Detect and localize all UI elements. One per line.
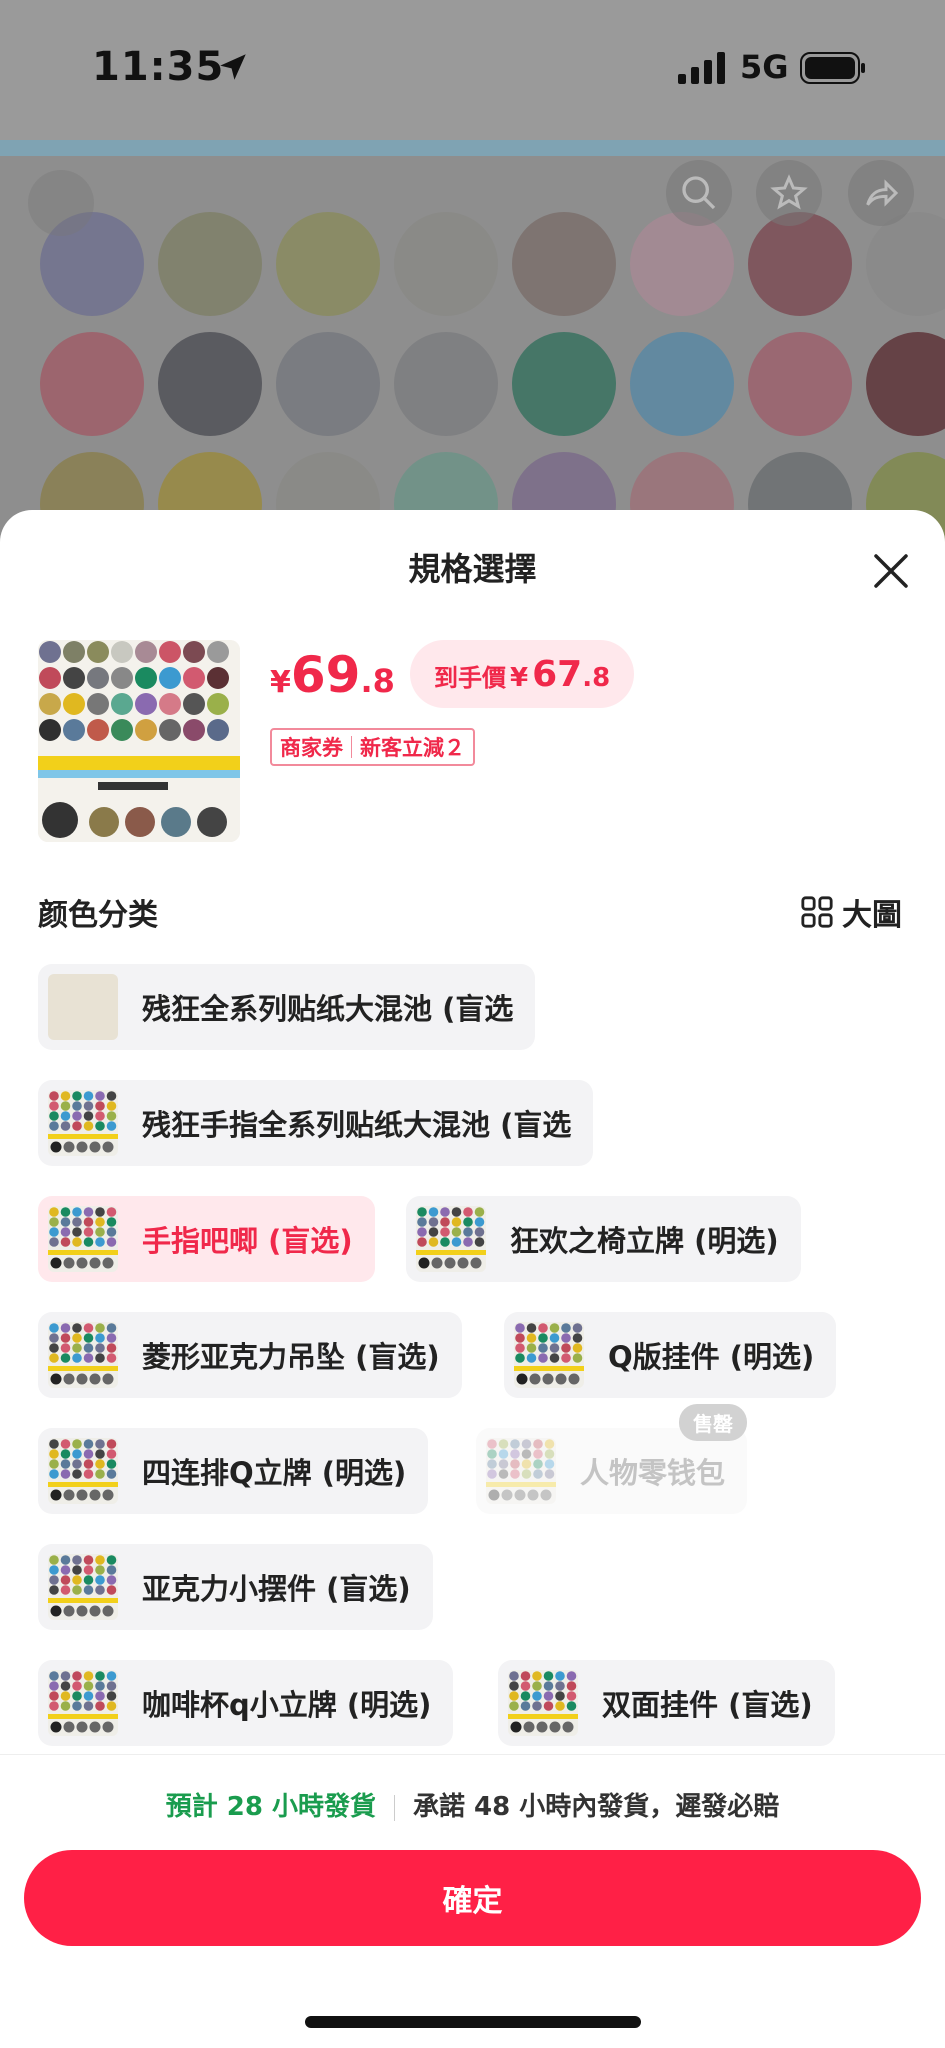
option-thumbnail	[48, 1090, 118, 1156]
option-9[interactable]: 咖啡杯q小立牌 (明选)	[38, 1660, 454, 1746]
option-thumbnail	[48, 1554, 118, 1620]
product-thumbnail[interactable]	[38, 640, 240, 842]
option-8[interactable]: 亚克力小摆件 (盲选)	[38, 1544, 433, 1630]
background-page: 11:35 5G	[0, 0, 945, 560]
shipping-estimate: 預計 28 小時發貨	[165, 1792, 376, 1822]
option-thumbnail	[514, 1322, 584, 1388]
option-thumbnail	[48, 1206, 118, 1272]
confirm-button[interactable]: 確定	[24, 1850, 921, 1946]
price-currency: ¥	[270, 665, 291, 700]
big-view-label: 大圖	[842, 898, 902, 933]
option-label: 双面挂件 (盲选)	[602, 1688, 813, 1722]
shipping-divider	[394, 1794, 395, 1821]
final-price-label: 到手價	[434, 664, 506, 692]
banner-strip	[0, 140, 945, 156]
star-icon	[770, 174, 808, 210]
signal-icon	[678, 52, 725, 84]
product-thumbnail-image	[38, 640, 240, 842]
option-thumbnail	[508, 1670, 578, 1736]
footer-divider	[0, 1754, 945, 1755]
final-price-integer: 67	[532, 654, 583, 695]
option-label: 手指吧唧 (盲选)	[142, 1224, 353, 1258]
option-label: 菱形亚克力吊坠 (盲选)	[142, 1340, 440, 1374]
option-3[interactable]: 狂欢之椅立牌 (明选)	[406, 1196, 801, 1282]
option-thumbnail-image	[508, 1671, 578, 1733]
coupon-merchant: 商家券	[280, 736, 343, 760]
option-label: 狂欢之椅立牌 (明选)	[510, 1224, 779, 1258]
search-icon	[682, 176, 716, 210]
final-price-decimal: .8	[582, 663, 611, 693]
coupon-tag: 商家券 新客立減２	[270, 728, 475, 766]
price-integer: 69	[290, 646, 361, 704]
option-thumbnail-image	[48, 1091, 118, 1153]
sold-out-badge: 售罄	[679, 1404, 748, 1441]
option-6[interactable]: 四连排Q立牌 (明选)	[38, 1428, 429, 1514]
option-5[interactable]: Q版挂件 (明选)	[504, 1312, 837, 1398]
option-thumbnail-image	[48, 1555, 118, 1617]
option-label: 亚克力小摆件 (盲选)	[142, 1572, 411, 1606]
option-2-selected[interactable]: 手指吧唧 (盲选)	[38, 1196, 375, 1282]
option-label: 残狂全系列贴纸大混池 (盲选	[142, 992, 514, 1026]
option-0[interactable]: 残狂全系列贴纸大混池 (盲选	[38, 964, 536, 1050]
big-view-toggle[interactable]: 大圖	[800, 890, 902, 934]
option-thumbnail-image	[514, 1323, 584, 1385]
option-thumbnail-image	[486, 1439, 556, 1501]
option-thumbnail	[48, 974, 118, 1040]
home-indicator	[305, 2016, 641, 2028]
shipping-info: 預計 28 小時發貨 承諾 48 小時內發貨，遲發必賠	[0, 1786, 945, 1823]
final-price-currency: ¥	[510, 663, 529, 693]
color-category-label: 颜色分类	[38, 898, 158, 933]
option-thumbnail	[48, 1670, 118, 1736]
option-4[interactable]: 菱形亚克力吊坠 (盲选)	[38, 1312, 462, 1398]
location-arrow-icon	[220, 54, 246, 80]
option-1[interactable]: 残狂手指全系列贴纸大混池 (盲选	[38, 1080, 594, 1166]
current-price: ¥69.8	[270, 646, 395, 704]
share-button[interactable]	[848, 160, 914, 226]
sheet-title: 規格選擇	[408, 550, 537, 588]
shipping-promise: 承諾 48 小時內發貨，遲發必賠	[413, 1792, 780, 1822]
option-label: 残狂手指全系列贴纸大混池 (盲选	[142, 1108, 572, 1142]
grid-icon	[801, 896, 833, 928]
option-thumbnail	[48, 1438, 118, 1504]
option-thumbnail	[416, 1206, 486, 1272]
favorite-button[interactable]	[756, 160, 822, 226]
network-label: 5G	[740, 48, 789, 86]
option-thumbnail-image	[48, 1671, 118, 1733]
share-icon	[866, 179, 899, 207]
status-bar: 11:35 5G	[0, 0, 945, 140]
option-7-disabled: 人物零钱包 售罄	[476, 1404, 748, 1514]
option-thumbnail	[486, 1438, 556, 1504]
option-thumbnail-image	[48, 1207, 118, 1269]
option-thumbnail-image	[48, 1439, 118, 1501]
coupon-new-customer: 新客立減２	[360, 736, 465, 760]
option-10[interactable]: 双面挂件 (盲选)	[498, 1660, 835, 1746]
price-decimal: .8	[360, 662, 395, 700]
option-thumbnail	[48, 1322, 118, 1388]
option-thumbnail-image	[416, 1207, 486, 1269]
option-label: 人物零钱包	[580, 1456, 726, 1490]
option-label: Q版挂件 (明选)	[608, 1340, 815, 1374]
final-price-pill: 到手價 ¥67.8	[410, 640, 635, 708]
close-icon[interactable]	[866, 546, 916, 596]
option-label: 咖啡杯q小立牌 (明选)	[142, 1688, 432, 1722]
battery-icon	[800, 52, 865, 84]
back-button[interactable]	[28, 170, 94, 236]
spec-selection-sheet: 規格選擇 ¥69.8 到手價 ¥67.8 商家券 新客立減２ 颜色分类 大圖 残…	[0, 510, 945, 2048]
search-button[interactable]	[666, 160, 732, 226]
status-time: 11:35	[92, 44, 225, 90]
option-label: 四连排Q立牌 (明选)	[142, 1456, 407, 1490]
option-thumbnail-image	[48, 1323, 118, 1385]
